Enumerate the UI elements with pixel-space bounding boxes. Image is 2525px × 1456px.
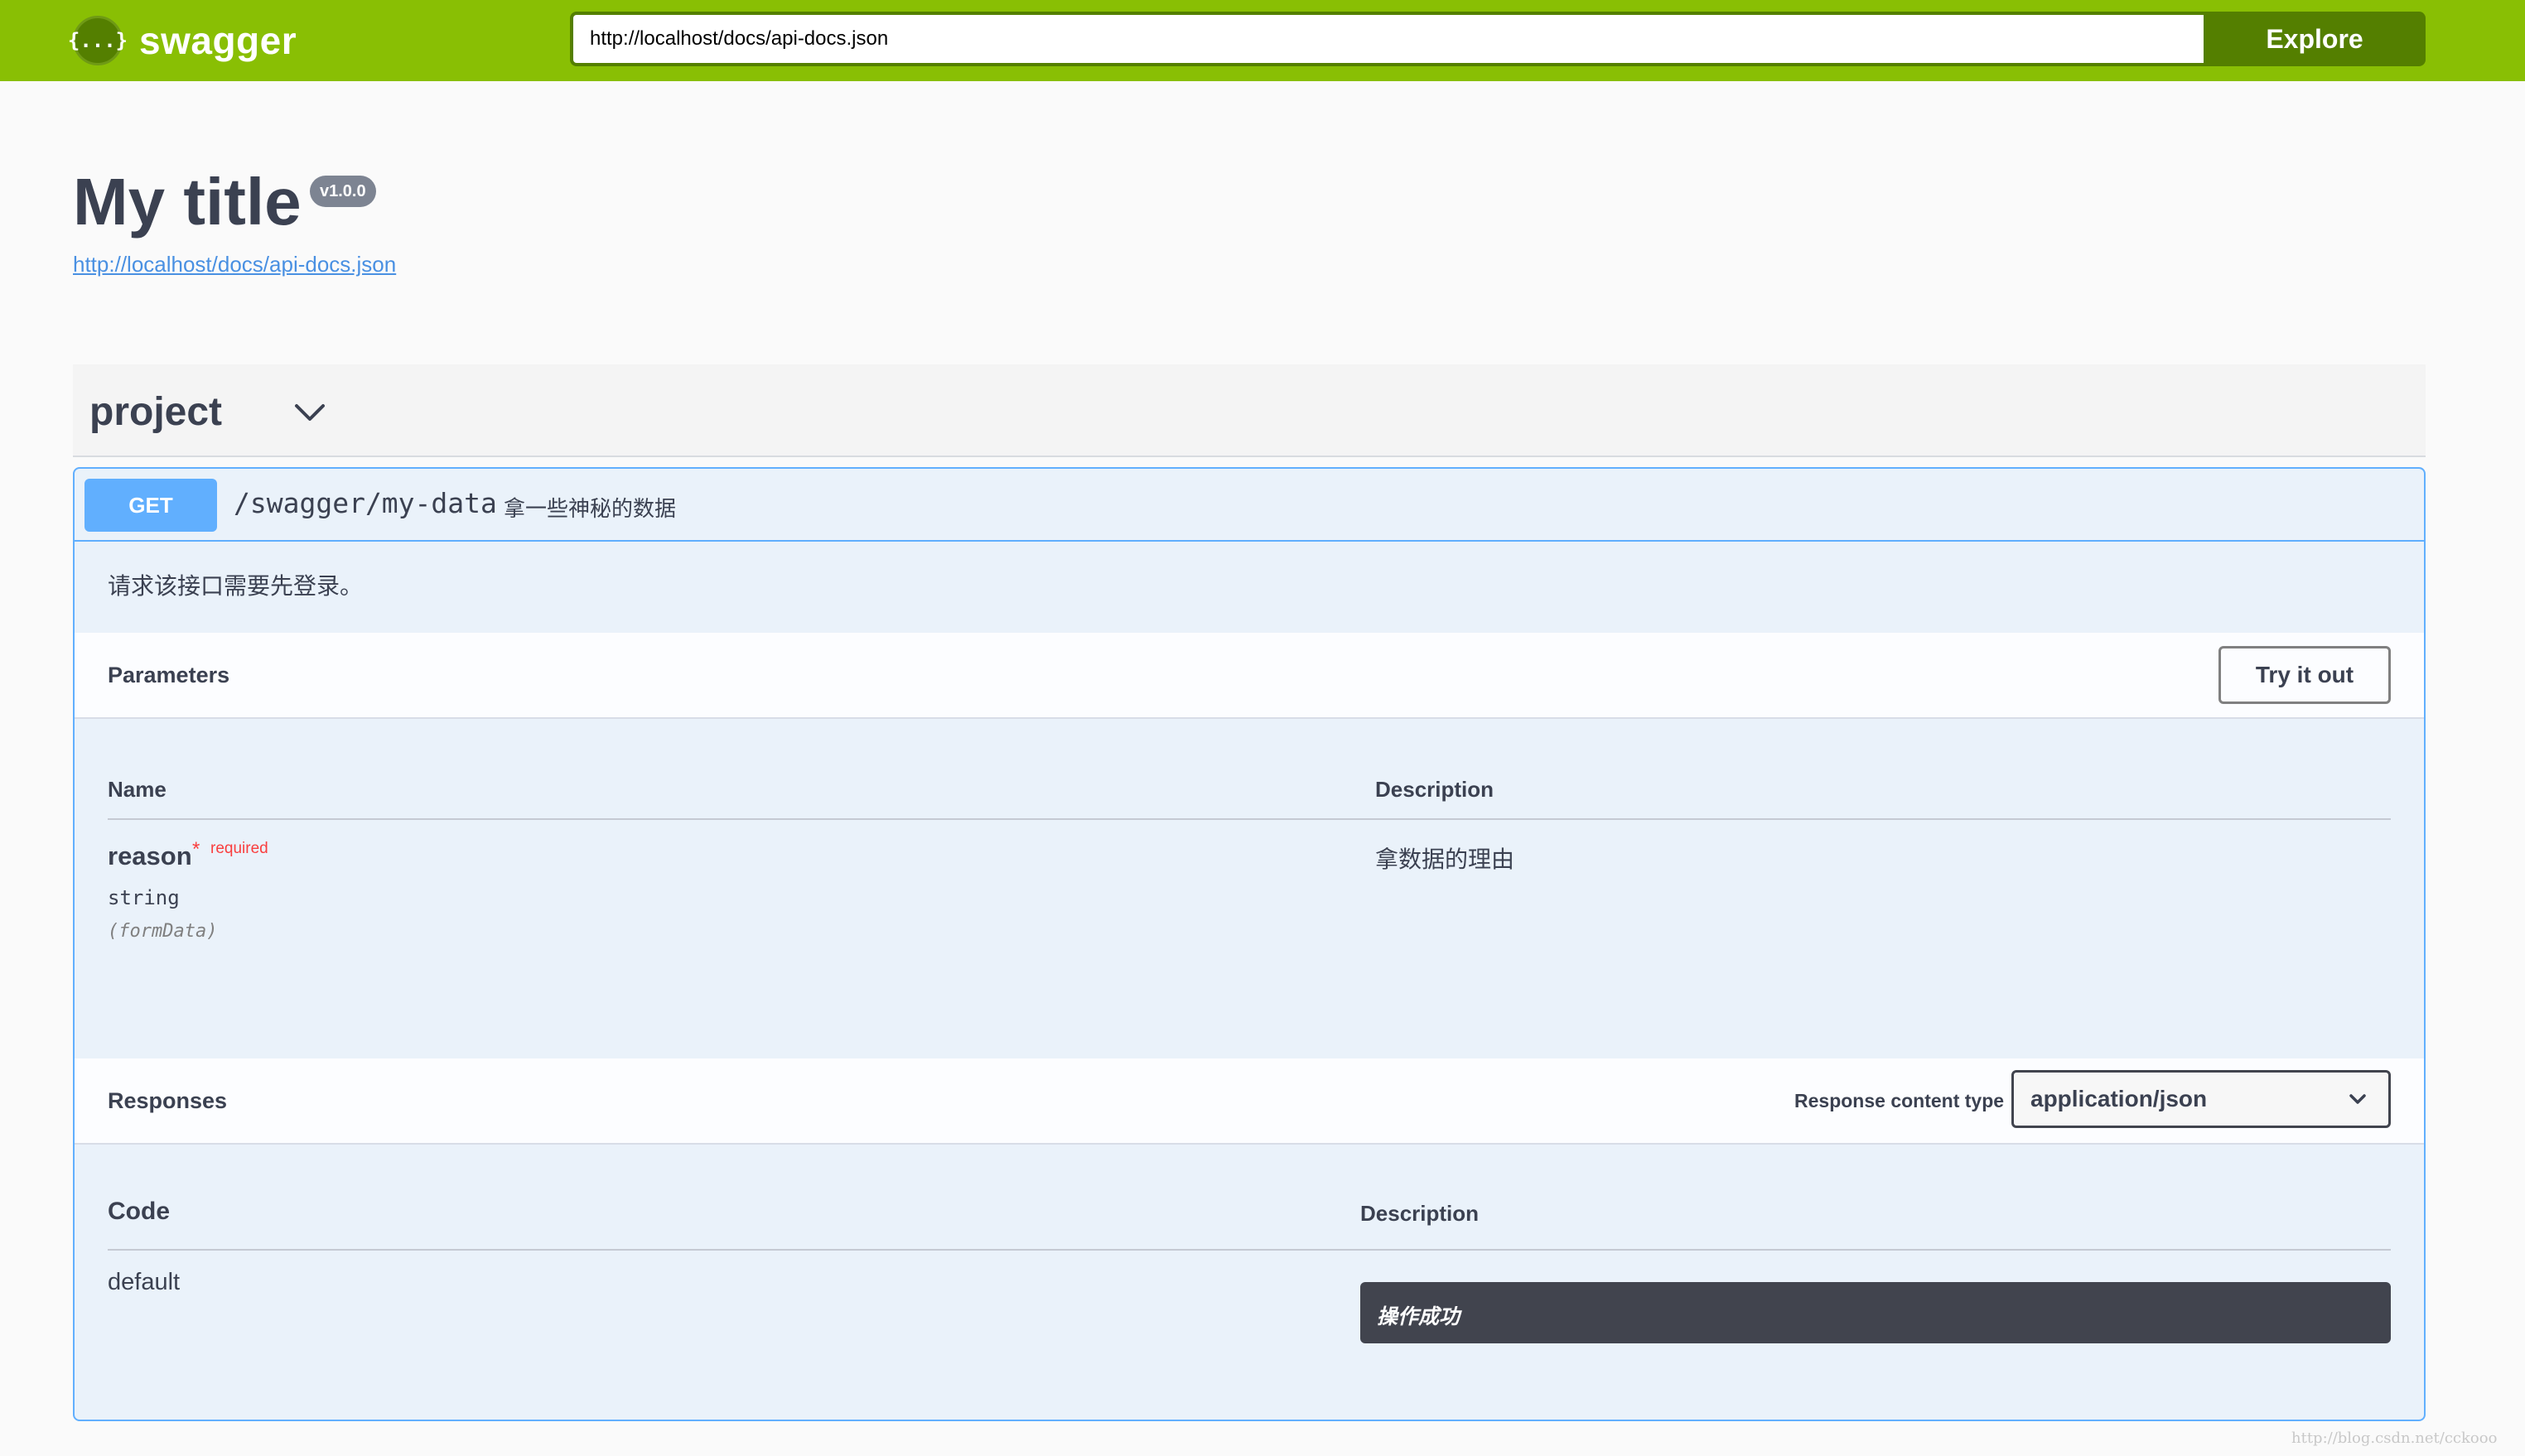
content-type-label: Response content type — [1794, 1090, 2005, 1111]
responses-header: Responses Response content type applicat… — [75, 1058, 2424, 1145]
watermark: http://blog.csdn.net/cckooo — [2291, 1429, 2498, 1447]
chevron-down-icon[interactable] — [293, 401, 326, 424]
try-it-out-button[interactable]: Try it out — [2218, 646, 2391, 704]
explore-button[interactable]: Explore — [2204, 12, 2426, 66]
param-type: string — [108, 886, 180, 909]
content-type-value: application/json — [2030, 1086, 2208, 1111]
tag-name: project — [89, 390, 223, 434]
param-name: reason — [108, 841, 192, 870]
operation-block: GET /swagger/my-data 拿一些神秘的数据 请求该接口需要先登录… — [73, 467, 2426, 1421]
param-location: (formData) — [108, 921, 218, 942]
param-col-name: Name — [108, 777, 167, 802]
param-description: 拿数据的理由 — [1375, 846, 1515, 872]
operation-summary[interactable]: GET /swagger/my-data 拿一些神秘的数据 — [75, 469, 2424, 542]
spec-url-link[interactable]: http://localhost/docs/api-docs.json — [73, 252, 396, 277]
response-col-description: Description — [1360, 1201, 1480, 1226]
param-divider — [108, 818, 2391, 820]
content-type-select[interactable]: application/json — [2011, 1070, 2391, 1128]
param-col-description: Description — [1375, 777, 1494, 802]
operation-description: 请求该接口需要先登录。 — [108, 573, 364, 599]
swagger-logo[interactable]: {...} swagger — [68, 15, 297, 66]
required-label: required — [210, 840, 268, 857]
operation-path: /swagger/my-data — [234, 487, 497, 519]
version-badge: v1.0.0 — [310, 176, 376, 207]
method-badge: GET — [84, 479, 217, 532]
response-col-code: Code — [108, 1198, 170, 1225]
swagger-logo-icon: {...} — [68, 16, 128, 65]
required-star: * — [192, 838, 200, 861]
response-description-box: 操作成功 — [1360, 1282, 2391, 1343]
response-description: 操作成功 — [1377, 1305, 1460, 1328]
parameters-header: Parameters Try it out — [75, 633, 2424, 719]
tag-header-project[interactable]: project — [73, 364, 2426, 457]
response-code: default — [108, 1269, 181, 1295]
topbar: {...} swagger Explore — [0, 0, 2525, 81]
responses-title: Responses — [108, 1088, 228, 1113]
response-divider — [108, 1249, 2391, 1251]
operation-summary-text: 拿一些神秘的数据 — [504, 496, 677, 521]
logo-text: swagger — [139, 19, 297, 62]
chevron-down-icon — [2349, 1094, 2366, 1104]
spec-url-input[interactable] — [570, 12, 2204, 66]
page-title: My title — [73, 165, 302, 239]
parameters-title: Parameters — [108, 663, 230, 687]
